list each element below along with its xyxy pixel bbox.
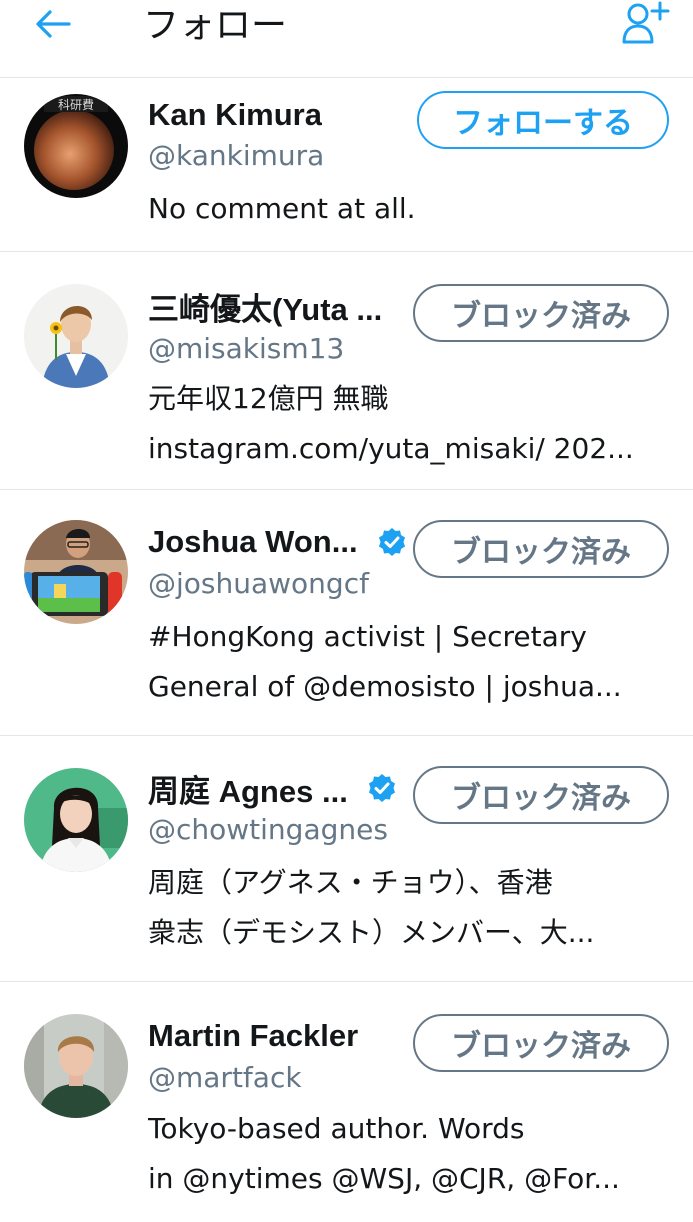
verified-badge-icon	[366, 772, 398, 804]
list-item[interactable]: 科研費 Kan Kimura @kankimura フォローする No comm…	[0, 78, 693, 252]
user-list: 科研費 Kan Kimura @kankimura フォローする No comm…	[0, 78, 693, 1222]
user-bio: 元年収12億円 無職 instagram.com/yuta_misaki/ 20…	[148, 374, 668, 474]
avatar-caption: 科研費	[58, 97, 94, 112]
list-item[interactable]: Martin Fackler @martfack ブロック済み Tokyo-ba…	[0, 982, 693, 1222]
user-bio: No comment at all.	[148, 184, 668, 234]
add-user-button[interactable]	[620, 1, 672, 49]
verified-badge-icon	[376, 526, 408, 558]
add-user-icon	[621, 1, 671, 49]
bio-line: 衆志（デモシスト）メンバー、大...	[148, 916, 595, 949]
user-name: Joshua Won...	[148, 524, 358, 559]
bio-line: No comment at all.	[148, 192, 416, 225]
bio-line: 元年収12億円 無職	[148, 382, 389, 415]
avatar[interactable]: 科研費	[24, 94, 128, 198]
list-item[interactable]: 三崎優太(Yuta ... @misakism13 ブロック済み 元年収12億円…	[0, 252, 693, 490]
user-name: 三崎優太(Yuta ...	[148, 291, 383, 327]
bio-line: 周庭（アグネス・チョウ）、香港	[148, 866, 553, 899]
blocked-button[interactable]: ブロック済み	[413, 520, 669, 578]
avatar[interactable]	[24, 284, 128, 388]
bio-line: Tokyo-based author. Words	[148, 1112, 525, 1145]
user-name-line: Joshua Won...	[148, 522, 408, 562]
user-name-line: 三崎優太(Yuta ...	[148, 286, 383, 327]
list-item[interactable]: Joshua Won... @joshuawongcf ブロック済み #Hong…	[0, 490, 693, 736]
blocked-button[interactable]: ブロック済み	[413, 284, 669, 342]
arrow-left-icon	[35, 9, 71, 43]
avatar[interactable]	[24, 768, 128, 872]
user-handle: @chowtingagnes	[148, 813, 388, 846]
top-bar: フォロー	[0, 0, 693, 78]
follow-button[interactable]: フォローする	[417, 91, 669, 149]
user-name: Kan Kimura	[148, 97, 322, 132]
user-handle: @misakism13	[148, 332, 345, 365]
user-handle: @kankimura	[148, 139, 325, 172]
user-bio: 周庭（アグネス・チョウ）、香港 衆志（デモシスト）メンバー、大...	[148, 858, 668, 958]
blocked-button[interactable]: ブロック済み	[413, 1014, 669, 1072]
bio-line: General of @demosisto | joshua...	[148, 670, 622, 703]
user-handle: @martfack	[148, 1061, 302, 1094]
bio-line: instagram.com/yuta_misaki/ 202...	[148, 432, 634, 465]
user-bio: #HongKong activist | Secretary General o…	[148, 612, 668, 712]
user-handle: @joshuawongcf	[148, 567, 369, 600]
user-name: 周庭 Agnes ...	[148, 773, 348, 809]
list-item[interactable]: 周庭 Agnes ... @chowtingagnes ブロック済み 周庭（アグ…	[0, 736, 693, 982]
avatar[interactable]	[24, 520, 128, 624]
bio-line: in @nytimes @WSJ, @CJR, @For...	[148, 1162, 620, 1195]
avatar[interactable]	[24, 1014, 128, 1118]
user-name-line: 周庭 Agnes ...	[148, 768, 398, 809]
user-bio: Tokyo-based author. Words in @nytimes @W…	[148, 1104, 668, 1204]
user-name-line: Kan Kimura	[148, 95, 322, 135]
bio-line: #HongKong activist | Secretary	[148, 620, 587, 653]
user-name-line: Martin Fackler	[148, 1016, 358, 1056]
blocked-button[interactable]: ブロック済み	[413, 766, 669, 824]
page-title: フォロー	[143, 5, 288, 46]
user-name: Martin Fackler	[148, 1018, 359, 1053]
back-button[interactable]	[30, 6, 76, 46]
